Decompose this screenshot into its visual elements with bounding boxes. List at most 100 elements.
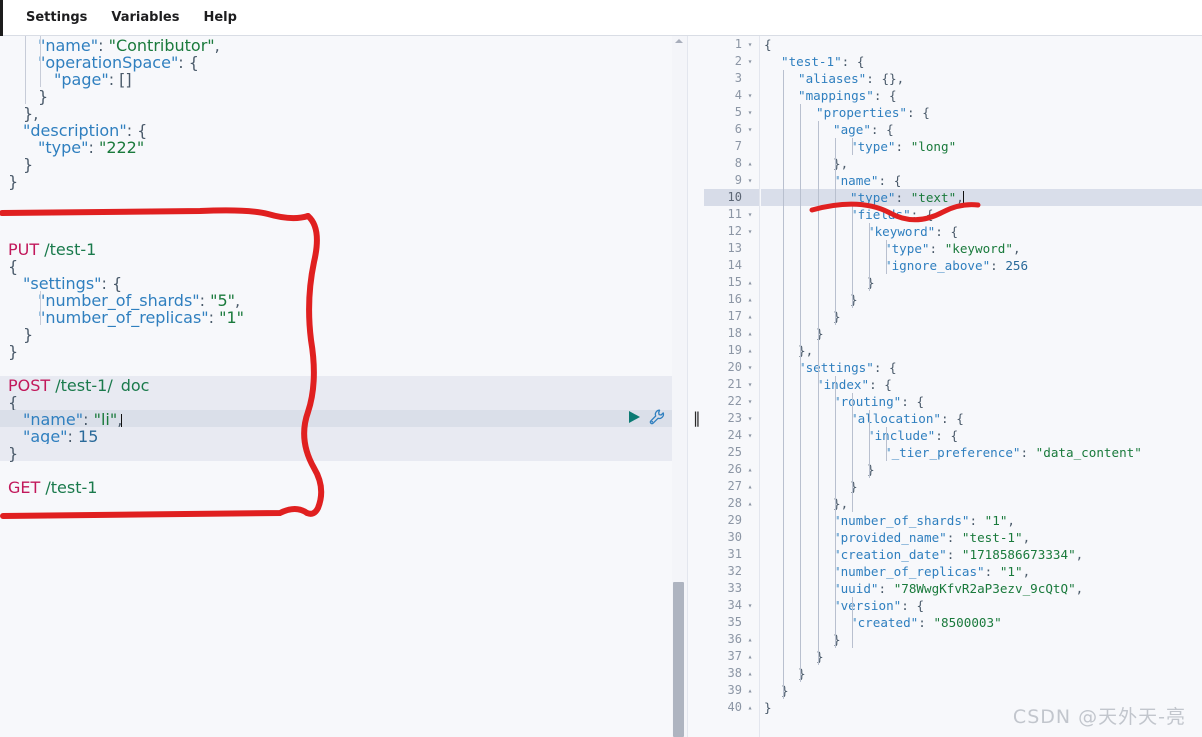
code-line[interactable] bbox=[0, 461, 687, 478]
code-line[interactable]: "name": { bbox=[761, 172, 1202, 189]
fold-toggle-expand-icon[interactable]: ▴ bbox=[745, 682, 755, 699]
code-line[interactable]: } bbox=[0, 444, 687, 463]
code-line[interactable]: } bbox=[0, 155, 687, 174]
line-number[interactable]: 31 bbox=[704, 546, 759, 563]
code-line[interactable]: } bbox=[761, 682, 1202, 699]
code-line[interactable]: "routing": { bbox=[761, 393, 1202, 410]
code-line[interactable]: } bbox=[761, 291, 1202, 308]
line-number[interactable]: 3 bbox=[704, 70, 759, 87]
code-line[interactable]: "type": "222" bbox=[0, 138, 687, 157]
code-line[interactable]: PUT /test-1 bbox=[0, 240, 687, 259]
code-line[interactable]: }, bbox=[761, 495, 1202, 512]
code-line[interactable]: "number_of_shards": "1", bbox=[761, 512, 1202, 529]
code-line[interactable]: "settings": { bbox=[761, 359, 1202, 376]
scroll-up-arrow-icon[interactable] bbox=[675, 39, 683, 43]
code-line[interactable]: "type": "keyword", bbox=[761, 240, 1202, 257]
response-code-lines[interactable]: {"test-1": {"aliases": {}, "mappings": {"… bbox=[761, 36, 1202, 737]
fold-toggle-collapse-icon[interactable]: ▾ bbox=[745, 206, 755, 223]
fold-toggle-collapse-icon[interactable]: ▾ bbox=[745, 393, 755, 410]
code-line[interactable]: "version": { bbox=[761, 597, 1202, 614]
fold-toggle-collapse-icon[interactable]: ▾ bbox=[745, 53, 755, 70]
fold-toggle-expand-icon[interactable]: ▴ bbox=[745, 308, 755, 325]
line-number[interactable]: 36 ▴ bbox=[704, 631, 759, 648]
fold-toggle-expand-icon[interactable]: ▴ bbox=[745, 291, 755, 308]
code-line[interactable]: "include": { bbox=[761, 427, 1202, 444]
fold-toggle-expand-icon[interactable]: ▴ bbox=[745, 648, 755, 665]
fold-toggle-expand-icon[interactable]: ▴ bbox=[745, 665, 755, 682]
line-number[interactable]: 39 ▴ bbox=[704, 682, 759, 699]
code-line[interactable]: } bbox=[0, 325, 687, 344]
code-line[interactable]: "operationSpace": { bbox=[0, 53, 687, 72]
line-number[interactable]: 29 bbox=[704, 512, 759, 529]
line-number[interactable]: 21 ▾ bbox=[704, 376, 759, 393]
code-line[interactable]: } bbox=[761, 308, 1202, 325]
line-number[interactable]: 15 ▴ bbox=[704, 274, 759, 291]
menu-settings[interactable]: Settings bbox=[14, 6, 99, 29]
code-line[interactable]: "description": { bbox=[0, 121, 687, 140]
line-number[interactable]: 12 ▾ bbox=[704, 223, 759, 240]
code-line[interactable]: } bbox=[761, 631, 1202, 648]
line-number[interactable]: 28 ▴ bbox=[704, 495, 759, 512]
code-line[interactable]: "keyword": { bbox=[761, 223, 1202, 240]
code-line[interactable]: "allocation": { bbox=[761, 410, 1202, 427]
code-line[interactable]: } bbox=[761, 274, 1202, 291]
fold-toggle-collapse-icon[interactable]: ▾ bbox=[745, 223, 755, 240]
code-line[interactable]: "fields": { bbox=[761, 206, 1202, 223]
code-line[interactable]: { bbox=[0, 393, 687, 412]
code-line[interactable]: "age": 15 bbox=[0, 427, 687, 446]
line-number[interactable]: 11 ▾ bbox=[704, 206, 759, 223]
menu-variables[interactable]: Variables bbox=[99, 6, 191, 29]
line-number[interactable]: 17 ▴ bbox=[704, 308, 759, 325]
fold-toggle-expand-icon[interactable]: ▴ bbox=[745, 478, 755, 495]
code-line[interactable]: "creation_date": "1718586673334", bbox=[761, 546, 1202, 563]
code-line[interactable]: "index": { bbox=[761, 376, 1202, 393]
line-number[interactable]: 13 bbox=[704, 240, 759, 257]
line-number[interactable]: 25 bbox=[704, 444, 759, 461]
fold-toggle-collapse-icon[interactable]: ▾ bbox=[745, 172, 755, 189]
response-viewer[interactable]: 1 ▾ 2 ▾ 3 4 ▾ 5 ▾ 6 ▾ 7 8 ▴ 9 ▾ 10 11 ▾ 12 ▾ 13 14 15 ▴ 16 ▴ 17 ▴ 18 ▴… bbox=[704, 36, 1202, 737]
code-line[interactable]: "uuid": "78WwgKfvR2aP3ezv_9cQtQ", bbox=[761, 580, 1202, 597]
line-number[interactable]: 38 ▴ bbox=[704, 665, 759, 682]
line-number[interactable]: 10 bbox=[704, 189, 759, 206]
line-number[interactable]: 30 bbox=[704, 529, 759, 546]
fold-toggle-expand-icon[interactable]: ▴ bbox=[745, 495, 755, 512]
code-line[interactable]: } bbox=[761, 461, 1202, 478]
request-actions-wrench-icon[interactable] bbox=[649, 409, 665, 425]
fold-toggle-expand-icon[interactable]: ▴ bbox=[745, 699, 755, 716]
fold-toggle-collapse-icon[interactable]: ▾ bbox=[745, 36, 755, 53]
code-line[interactable]: }, bbox=[761, 342, 1202, 359]
code-line[interactable]: } bbox=[0, 87, 687, 106]
code-line[interactable]: "number_of_replicas": "1", bbox=[761, 563, 1202, 580]
code-line[interactable]: "mappings": { bbox=[761, 87, 1202, 104]
code-line[interactable]: "number_of_replicas": "1" bbox=[0, 308, 687, 327]
code-line[interactable]: "number_of_shards": "5", bbox=[0, 291, 687, 310]
fold-toggle-expand-icon[interactable]: ▴ bbox=[745, 274, 755, 291]
code-line[interactable]: "page": [] bbox=[0, 70, 687, 89]
fold-toggle-collapse-icon[interactable]: ▾ bbox=[745, 104, 755, 121]
line-number[interactable]: 24 ▾ bbox=[704, 427, 759, 444]
code-line[interactable]: "type": "text", bbox=[761, 189, 1202, 206]
code-line[interactable]: "type": "long" bbox=[761, 138, 1202, 155]
code-line[interactable]: "age": { bbox=[761, 121, 1202, 138]
fold-toggle-collapse-icon[interactable]: ▾ bbox=[745, 427, 755, 444]
code-line[interactable]: "created": "8500003" bbox=[761, 614, 1202, 631]
fold-toggle-expand-icon[interactable]: ▴ bbox=[745, 342, 755, 359]
line-number[interactable]: 32 bbox=[704, 563, 759, 580]
code-line[interactable]: { bbox=[0, 257, 687, 276]
line-number[interactable]: 1 ▾ bbox=[704, 36, 759, 53]
code-line[interactable]: } bbox=[761, 648, 1202, 665]
fold-toggle-collapse-icon[interactable]: ▾ bbox=[745, 87, 755, 104]
code-line[interactable]: { bbox=[761, 36, 1202, 53]
code-line[interactable]: "provided_name": "test-1", bbox=[761, 529, 1202, 546]
fold-toggle-expand-icon[interactable]: ▴ bbox=[745, 325, 755, 342]
line-number[interactable]: 33 bbox=[704, 580, 759, 597]
scrollbar-thumb[interactable] bbox=[673, 582, 684, 737]
response-line-number-gutter[interactable]: 1 ▾ 2 ▾ 3 4 ▾ 5 ▾ 6 ▾ 7 8 ▴ 9 ▾ 10 11 ▾ 12 ▾ 13 14 15 ▴ 16 ▴ 17 ▴ 18 ▴… bbox=[704, 36, 760, 737]
code-line[interactable]: } bbox=[761, 478, 1202, 495]
fold-toggle-expand-icon[interactable]: ▴ bbox=[745, 461, 755, 478]
code-line[interactable]: } bbox=[0, 342, 687, 361]
fold-toggle-collapse-icon[interactable]: ▾ bbox=[745, 121, 755, 138]
code-line[interactable]: POST /test-1/_doc bbox=[0, 376, 687, 395]
line-number[interactable]: 23 ▾ bbox=[704, 410, 759, 427]
line-number[interactable]: 19 ▴ bbox=[704, 342, 759, 359]
